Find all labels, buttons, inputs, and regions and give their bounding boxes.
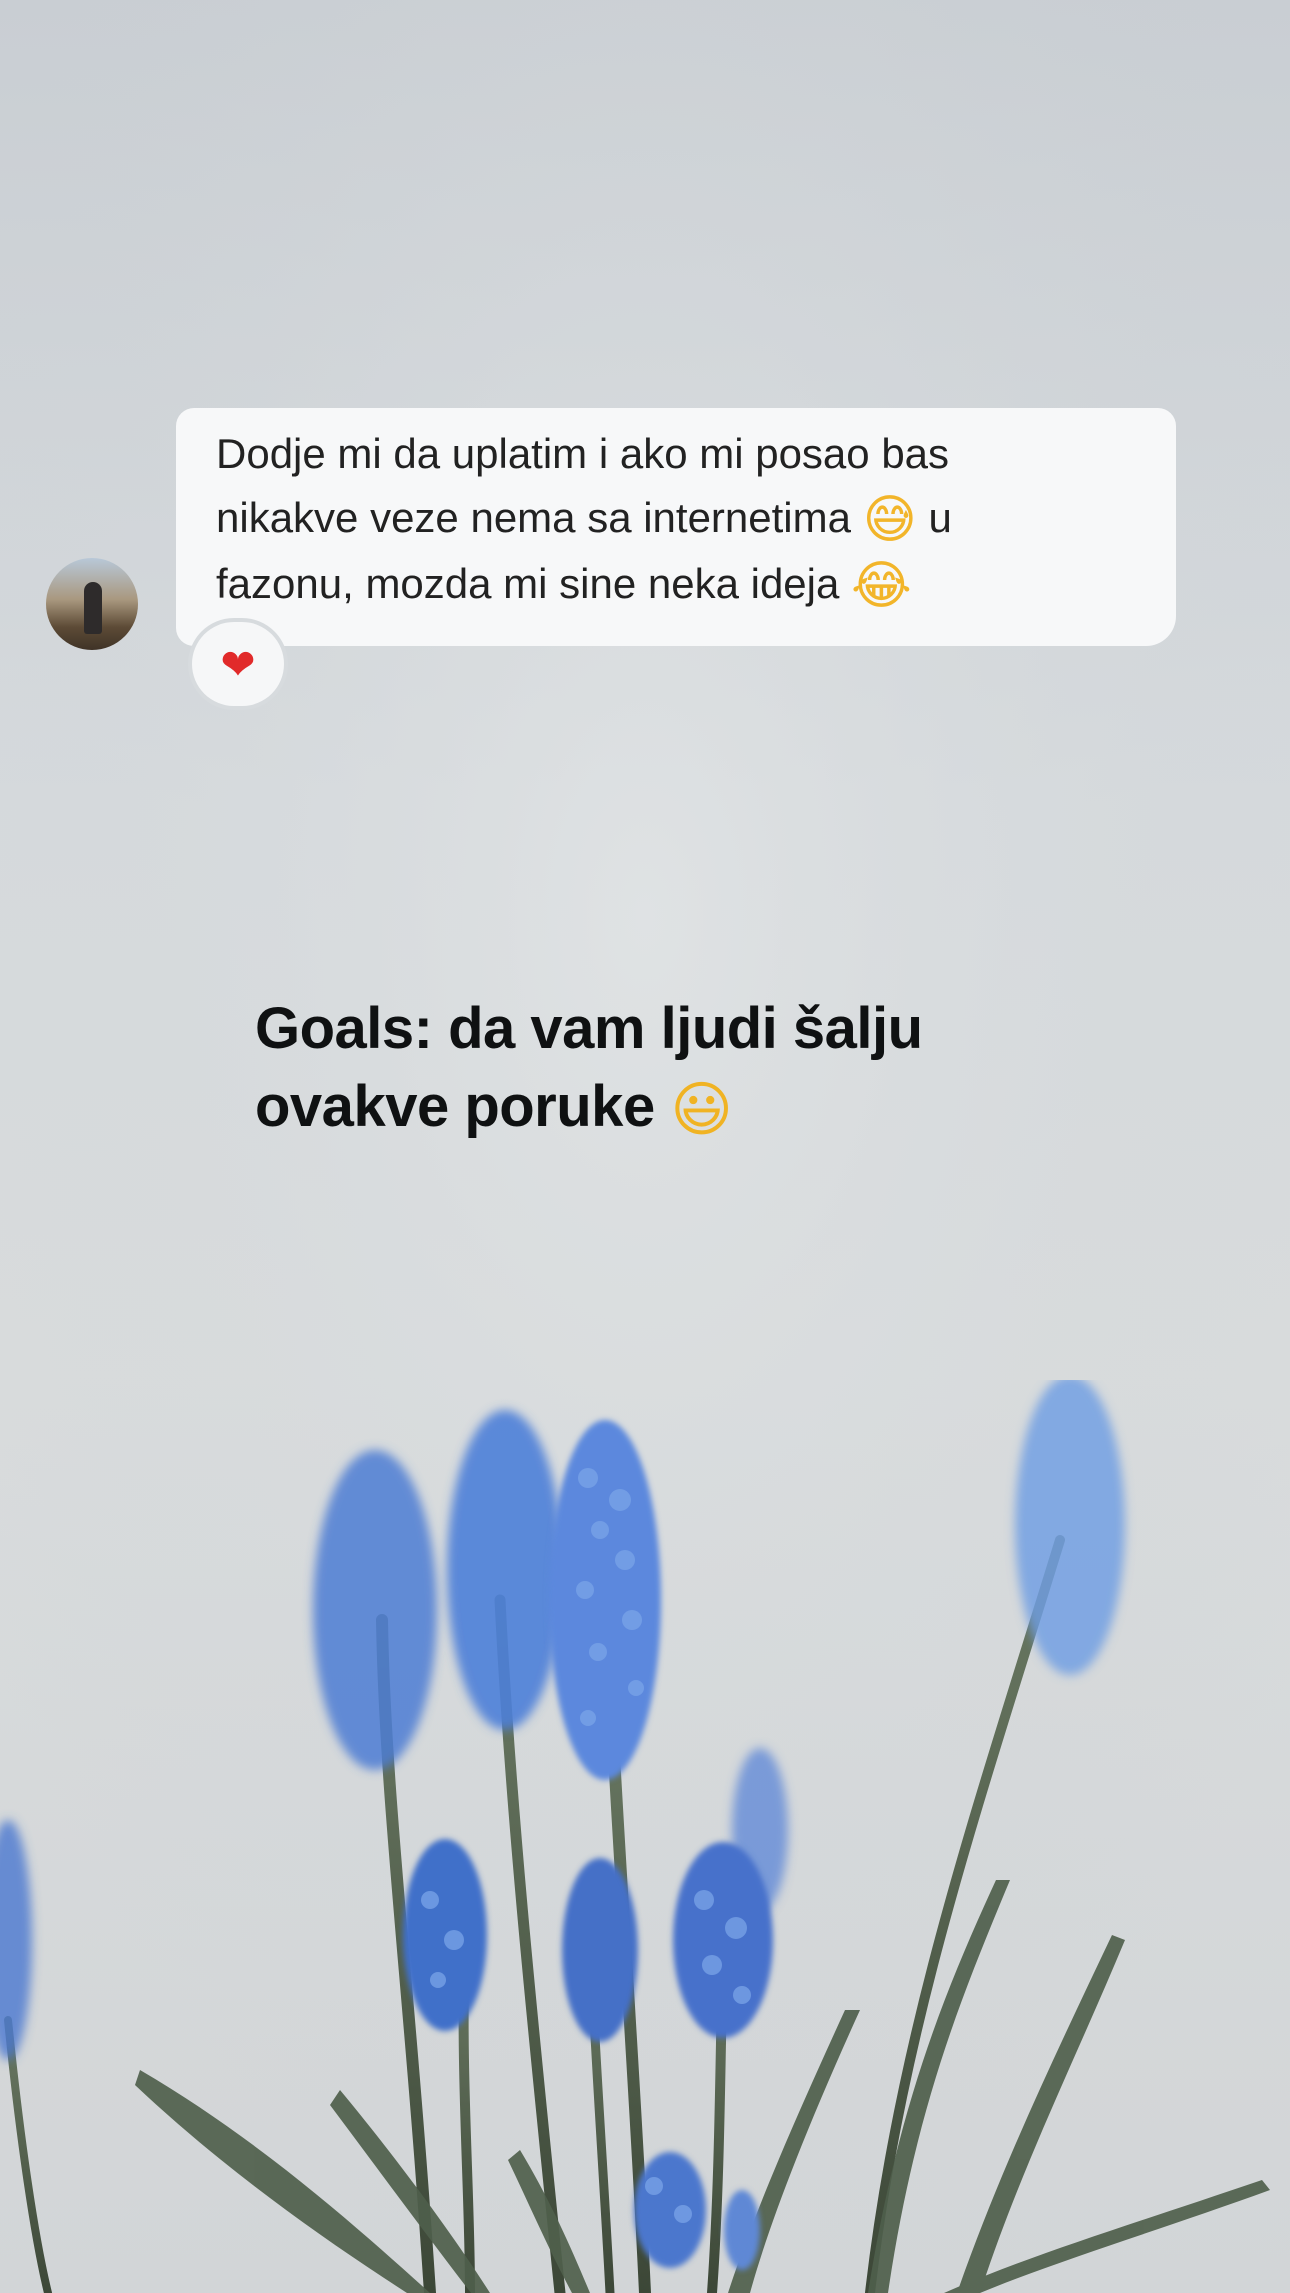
- sweat-smile-emoji-icon: 😅: [862, 490, 917, 550]
- message-line-2-text: nikakve veze nema sa internetima: [216, 494, 851, 541]
- avatar-person-silhouette: [84, 582, 102, 634]
- caption-line-1: Goals: da vam ljudi šalju: [255, 996, 923, 1061]
- message-line-2: nikakve veze nema sa internetima 😅 u: [216, 486, 1148, 552]
- muscari-flowers-image: [0, 1380, 1270, 2293]
- story-caption: Goals: da vam ljudi šalju ovakve poruke …: [255, 990, 1015, 1149]
- sender-avatar[interactable]: [46, 558, 138, 650]
- caption-line-2-text: ovakve poruke: [255, 1074, 655, 1139]
- chat-message-row: Dodje mi da uplatim i ako mi posao bas n…: [46, 408, 1176, 708]
- message-line-1: Dodje mi da uplatim i ako mi posao bas: [216, 430, 950, 477]
- caption-line-2: ovakve poruke 😃: [255, 1068, 1015, 1149]
- message-line-3-text: fazonu, mozda mi sine neka ideja: [216, 560, 840, 607]
- smiley-emoji-icon: 😃: [670, 1075, 733, 1145]
- tears-of-joy-emoji-icon: 😂: [851, 556, 912, 616]
- message-bubble[interactable]: Dodje mi da uplatim i ako mi posao bas n…: [176, 408, 1176, 646]
- heart-reaction-badge[interactable]: ❤: [192, 622, 284, 706]
- message-line-2-tail: u: [928, 494, 952, 541]
- message-line-3: fazonu, mozda mi sine neka ideja 😂: [216, 552, 1148, 618]
- heart-icon: ❤: [220, 639, 256, 689]
